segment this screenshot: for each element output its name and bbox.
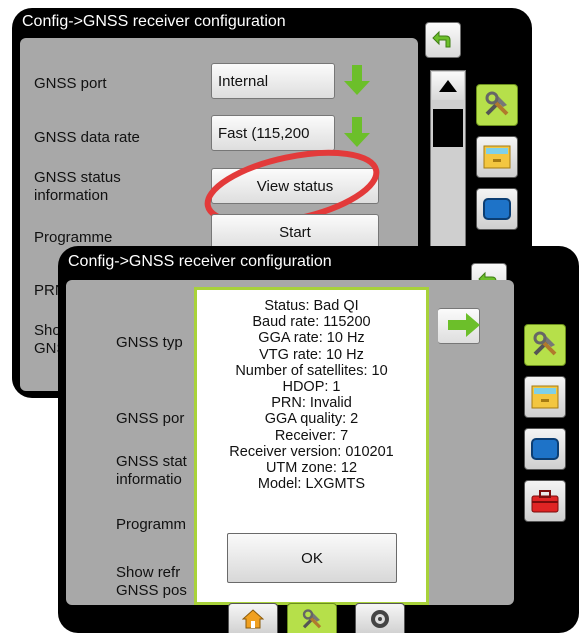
gnss-port-dropdown-button[interactable]: [337, 63, 377, 97]
ok-button[interactable]: OK: [227, 533, 397, 583]
tools-icon: [533, 331, 557, 356]
up-triangle-icon: [439, 80, 457, 92]
programme-label: Programme: [34, 229, 113, 246]
bottom-tab-gnss[interactable]: [355, 603, 405, 633]
side-tab-toolbox[interactable]: [524, 480, 566, 522]
show-refresh-gnss-position-label: Show refr GNSS pos: [116, 564, 187, 599]
status-line: Model: LXGMTS: [257, 476, 366, 493]
gnss-data-rate-dropdown-button[interactable]: [337, 115, 377, 149]
storage-icon: [483, 145, 511, 169]
return-arrow-icon: [432, 30, 451, 48]
bottom-tab-tools[interactable]: [287, 603, 337, 633]
scroll-thumb[interactable]: [433, 109, 463, 147]
side-tab-tools[interactable]: [524, 324, 566, 366]
side-tab-display[interactable]: [524, 428, 566, 470]
status-line: Status: Bad QI: [264, 298, 359, 314]
status-line: Baud rate: 115200: [252, 314, 371, 331]
status-line: GGA rate: 10 Hz: [258, 330, 365, 347]
display-icon: [531, 438, 559, 460]
display-icon: [483, 198, 511, 220]
gnss-data-rate-select[interactable]: Fast (115,200: [211, 115, 335, 151]
status-line: VTG rate: 10 Hz: [259, 346, 364, 363]
side-tab-tools[interactable]: [476, 84, 518, 126]
status-line: GGA quality: 2: [264, 411, 359, 428]
gnss-type-label: GNSS typ: [116, 334, 183, 351]
down-arrow-icon: [344, 117, 370, 147]
tools-icon: [485, 91, 509, 116]
side-tab-display[interactable]: [476, 188, 518, 230]
toolbox-icon: [531, 490, 559, 513]
gnss-status-info-label: GNSS status information: [34, 169, 121, 204]
status-line: Number of satellites: 10: [235, 362, 388, 379]
gnss-port-label: GNSS port: [34, 75, 107, 92]
status-line: Receiver version: 010201: [229, 443, 394, 460]
programme-label: Programm: [116, 516, 187, 533]
status-line: PRN: Invalid: [271, 395, 352, 412]
status-line: Receiver: 7: [274, 427, 349, 444]
side-tab-storage[interactable]: [524, 376, 566, 418]
scroll-up-button[interactable]: [432, 72, 464, 100]
gnss-type-dropdown-button[interactable]: [444, 308, 484, 342]
front-page-title: Config->GNSS receiver configuration: [68, 253, 332, 270]
status-line: HDOP: 1: [282, 379, 341, 396]
tools-icon: [302, 609, 322, 629]
side-tab-storage[interactable]: [476, 136, 518, 178]
home-icon: [242, 609, 264, 629]
back-button[interactable]: [425, 22, 461, 58]
gnss-port-label: GNSS por: [116, 410, 185, 427]
gnss-port-select[interactable]: Internal: [211, 63, 335, 99]
gnss-status-dialog: Status: Bad QI Baud rate: 115200 GGA rat…: [194, 287, 429, 605]
programme-start-button[interactable]: Start: [211, 214, 379, 250]
right-arrow-icon: [448, 313, 480, 337]
gnss-data-rate-label: GNSS data rate: [34, 129, 140, 146]
storage-icon: [531, 385, 559, 409]
back-page-title: Config->GNSS receiver configuration: [22, 13, 286, 30]
gnss-icon: [371, 610, 389, 628]
status-line: UTM zone: 12: [265, 460, 358, 477]
gnss-status-info-label: GNSS stat informatio: [116, 453, 187, 488]
status-list: Status: Bad QI Baud rate: 115200 GGA rat…: [197, 298, 426, 492]
down-arrow-icon: [344, 65, 370, 95]
bottom-tab-home[interactable]: [228, 603, 278, 633]
